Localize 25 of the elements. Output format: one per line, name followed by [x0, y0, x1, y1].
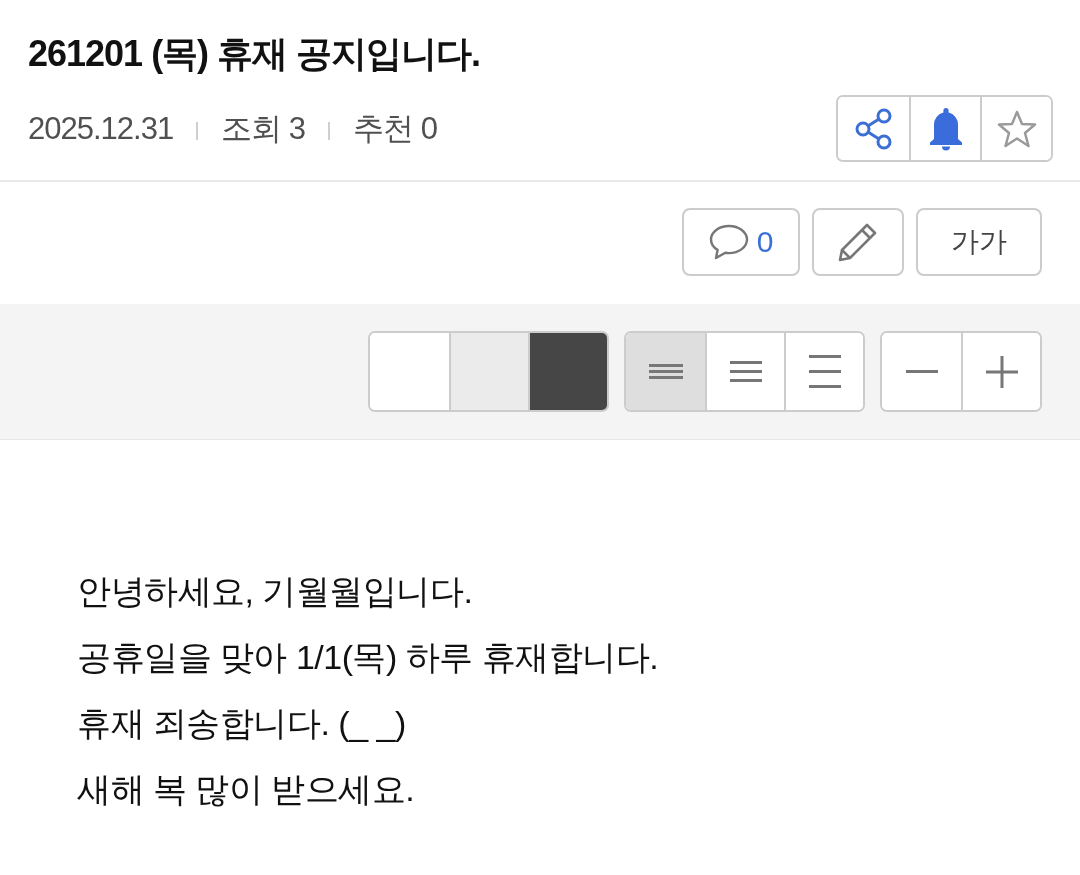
plus-icon: [985, 355, 1018, 388]
line-spacing-button[interactable]: [784, 333, 863, 410]
post-body-line: 공휴일을 맞아 1/1(목) 하루 휴재합니다.: [77, 637, 660, 678]
speech-bubble-icon: [708, 224, 749, 260]
edit-button[interactable]: [812, 208, 904, 276]
line-spacing-icon: [808, 355, 841, 388]
theme-swatch-button[interactable]: [528, 333, 607, 410]
view-count: 조회 3: [221, 109, 305, 148]
post-body-line: 안녕하세요, 기월월입니다.: [77, 571, 474, 612]
pencil-icon: [838, 222, 878, 262]
line-spacing-button[interactable]: [626, 333, 705, 410]
font-button[interactable]: 가가: [916, 208, 1042, 276]
increase-font-button[interactable]: [961, 333, 1040, 410]
post-body-line: 휴재 죄송합니다. (_ _): [77, 703, 407, 744]
minus-icon: [905, 370, 938, 373]
line-spacing-icon: [648, 364, 683, 379]
theme-swatch-button[interactable]: [449, 333, 528, 410]
comments-button[interactable]: 0: [682, 208, 800, 276]
share-icon: [854, 107, 893, 150]
line-spacing-icon: [729, 361, 762, 382]
post-body-line: 새해 복 많이 받으세요.: [77, 769, 416, 810]
recommend-count: 추천 0: [353, 109, 437, 148]
favorite-button[interactable]: [980, 97, 1051, 160]
post-date: 2025.12.31: [28, 110, 174, 147]
post-title: 261201 (목) 휴재 공지입니다.: [28, 32, 482, 76]
